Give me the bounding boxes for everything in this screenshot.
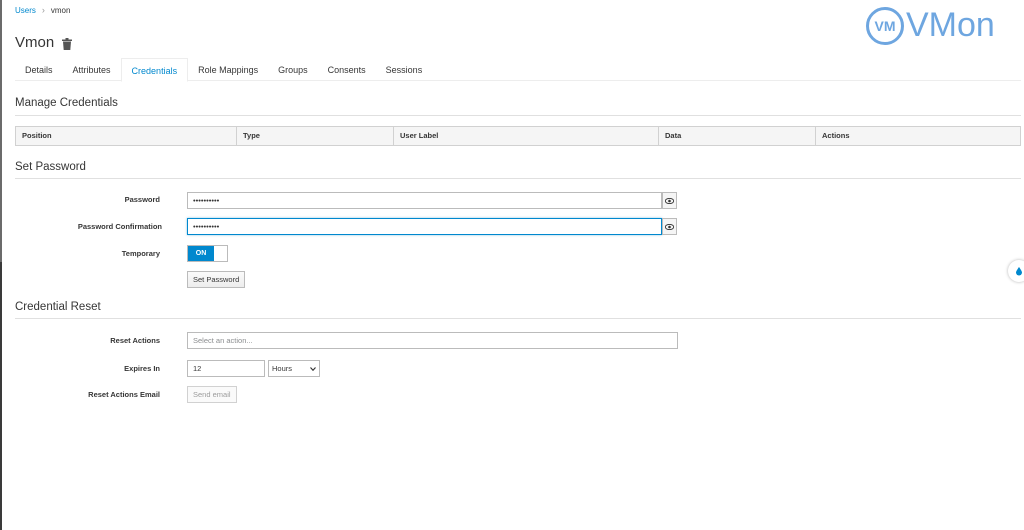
send-email-button[interactable]: Send email xyxy=(187,386,237,403)
divider xyxy=(15,318,1021,319)
floating-helper-button[interactable] xyxy=(1008,260,1024,282)
page-title-row: Vmon xyxy=(15,34,73,51)
breadcrumb-current: vmon xyxy=(50,5,71,15)
temporary-toggle[interactable]: ON xyxy=(187,245,228,262)
expires-in-label: Expires In xyxy=(124,364,160,373)
divider xyxy=(15,115,1021,116)
reset-actions-email-label: Reset Actions Email xyxy=(88,390,160,399)
breadcrumb: Users › vmon xyxy=(15,5,70,15)
breadcrumb-users-link[interactable]: Users xyxy=(15,6,36,15)
tab-consents[interactable]: Consents xyxy=(318,58,376,81)
reset-actions-label: Reset Actions xyxy=(110,336,160,345)
expires-unit-value: Hours xyxy=(272,364,293,373)
logo-text: VMon xyxy=(906,6,995,44)
set-password-button[interactable]: Set Password xyxy=(187,271,246,288)
password-input[interactable]: •••••••••• xyxy=(187,192,662,209)
page-title: Vmon xyxy=(15,34,55,51)
expires-unit-select[interactable]: Hours xyxy=(268,360,320,377)
set-password-title: Set Password xyxy=(15,161,86,173)
column-header-data: Data xyxy=(659,127,816,145)
divider xyxy=(15,178,1021,179)
column-header-type: Type xyxy=(237,127,394,145)
password-confirmation-input[interactable]: •••••••••• xyxy=(187,218,662,235)
password-label: Password xyxy=(124,195,160,204)
credentials-table-header: Position Type User Label Data Actions xyxy=(15,126,1021,146)
droplet-icon xyxy=(1016,267,1022,276)
vmon-logo: VM VMon xyxy=(866,6,995,45)
tab-role-mappings[interactable]: Role Mappings xyxy=(188,58,268,81)
trash-icon[interactable] xyxy=(62,37,73,50)
password-confirmation-label: Password Confirmation xyxy=(77,222,162,231)
logo-mark: VM xyxy=(866,6,904,45)
tab-sessions[interactable]: Sessions xyxy=(376,58,433,81)
tab-details[interactable]: Details xyxy=(15,58,63,81)
toggle-on-state: ON xyxy=(188,246,214,261)
reset-actions-select[interactable]: Select an action... xyxy=(187,332,678,349)
column-header-actions: Actions xyxy=(822,131,850,140)
tab-groups[interactable]: Groups xyxy=(268,58,318,81)
chevron-down-icon xyxy=(310,366,316,371)
chevron-right-icon: › xyxy=(41,5,45,15)
reset-actions-placeholder: Select an action... xyxy=(193,336,253,345)
manage-credentials-title: Manage Credentials xyxy=(15,97,118,109)
credential-reset-title: Credential Reset xyxy=(15,301,101,313)
column-header-user-label: User Label xyxy=(394,127,659,145)
expires-in-input[interactable]: 12 xyxy=(187,360,265,377)
user-tabs: Details Attributes Credentials Role Mapp… xyxy=(15,58,1021,82)
tab-credentials[interactable]: Credentials xyxy=(120,58,189,82)
eye-icon[interactable] xyxy=(662,218,677,235)
eye-icon[interactable] xyxy=(662,192,677,209)
temporary-label: Temporary xyxy=(121,249,160,258)
tab-attributes[interactable]: Attributes xyxy=(63,58,121,81)
column-header-position: Position xyxy=(16,127,237,145)
